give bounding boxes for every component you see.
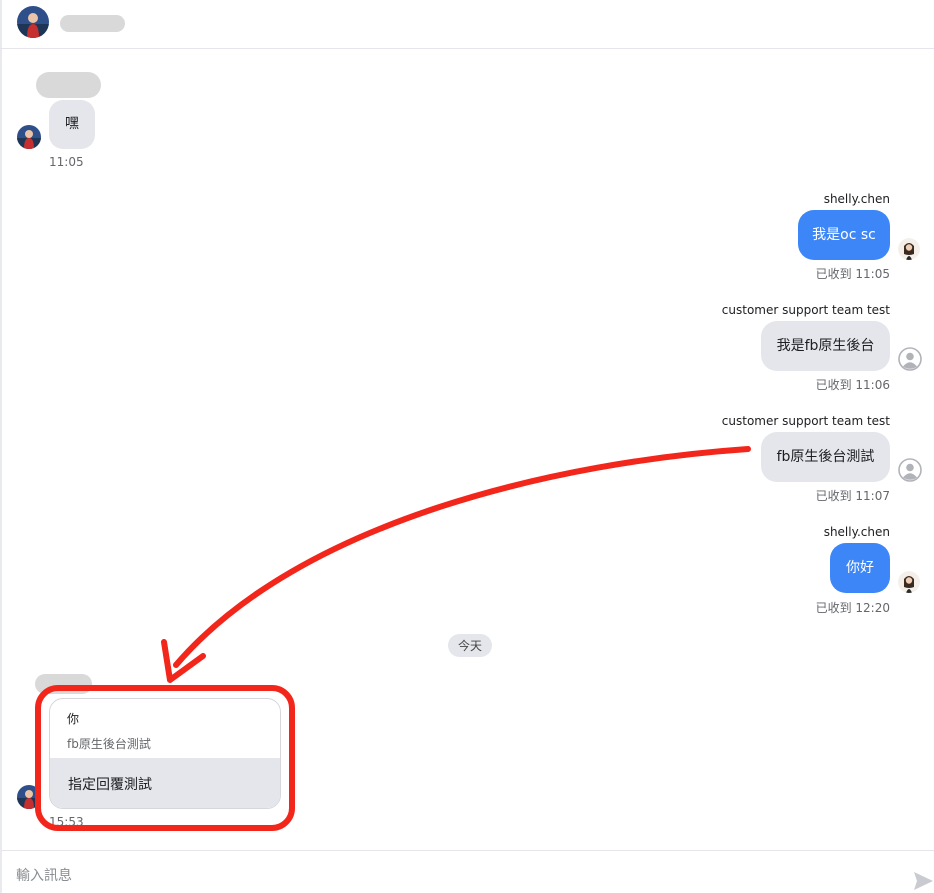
contact-avatar[interactable] [17,6,49,38]
message-sender: shelly.chen [823,192,890,206]
message-text: 你好 [846,559,874,576]
send-icon[interactable] [912,870,934,892]
quoted-message-text: fb原生後台測試 [67,737,151,751]
message-sender: customer support team test [721,303,890,317]
quoted-message[interactable]: 你 fb原生後台測試 [50,699,280,758]
user-placeholder-icon [898,347,922,371]
message-time: 11:05 [49,155,84,169]
message-time: 15:53 [49,815,84,829]
message-text: 我是fb原生後台 [776,337,875,354]
message-sender: shelly.chen [823,525,890,539]
user-placeholder-icon [898,458,922,482]
message-sender: customer support team test [721,414,890,428]
contact-avatar-small [17,785,41,809]
quoted-message-title: 你 [67,712,80,726]
message-bubble-incoming[interactable]: 嘿 [49,100,95,149]
agent-avatar [898,238,920,260]
chat-header [0,0,934,49]
annotation-arrowhead [161,639,206,683]
date-divider: 今天 [448,634,492,657]
message-status: 已收到 11:05 [815,267,890,281]
message-bubble-outgoing[interactable]: 我是oc sc [798,210,890,260]
contact-avatar-small [17,125,41,149]
message-bubble-outgoing[interactable]: 我是fb原生後台 [761,321,890,371]
agent-avatar [898,571,920,593]
message-composer [2,850,934,893]
message-bubble-outgoing[interactable]: 你好 [830,543,890,593]
message-status: 已收到 12:20 [815,601,890,615]
sender-name-placeholder [35,674,92,694]
contact-name-placeholder [60,15,125,32]
message-text: 嘿 [65,116,79,133]
message-status: 已收到 11:06 [815,378,890,392]
sender-name-placeholder [36,72,101,98]
panel-left-border [0,0,2,893]
message-text: fb原生後台測試 [776,448,875,465]
message-bubble-outgoing[interactable]: fb原生後台測試 [761,432,890,482]
reply-message-card[interactable]: 你 fb原生後台測試 指定回覆測試 [49,698,281,809]
message-status: 已收到 11:07 [815,489,890,503]
reply-message-text: 指定回覆測試 [50,758,280,808]
message-text: 我是oc sc [812,226,876,243]
annotation-arrow [173,446,751,668]
message-input[interactable] [16,865,876,887]
